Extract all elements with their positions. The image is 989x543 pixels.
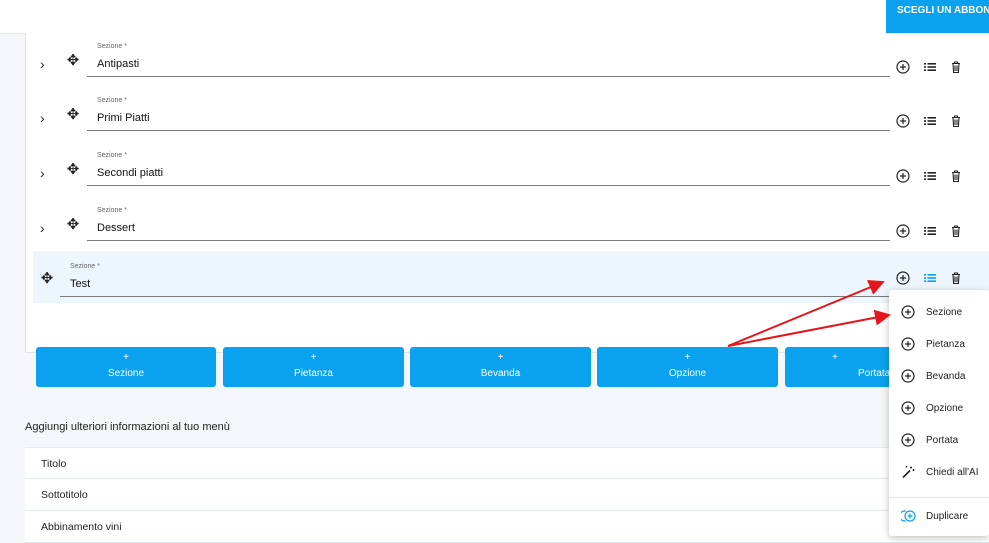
annotation-arrows: [727, 279, 891, 347]
annotation-arrow: [727, 279, 885, 347]
annotation-arrow: [727, 309, 891, 347]
